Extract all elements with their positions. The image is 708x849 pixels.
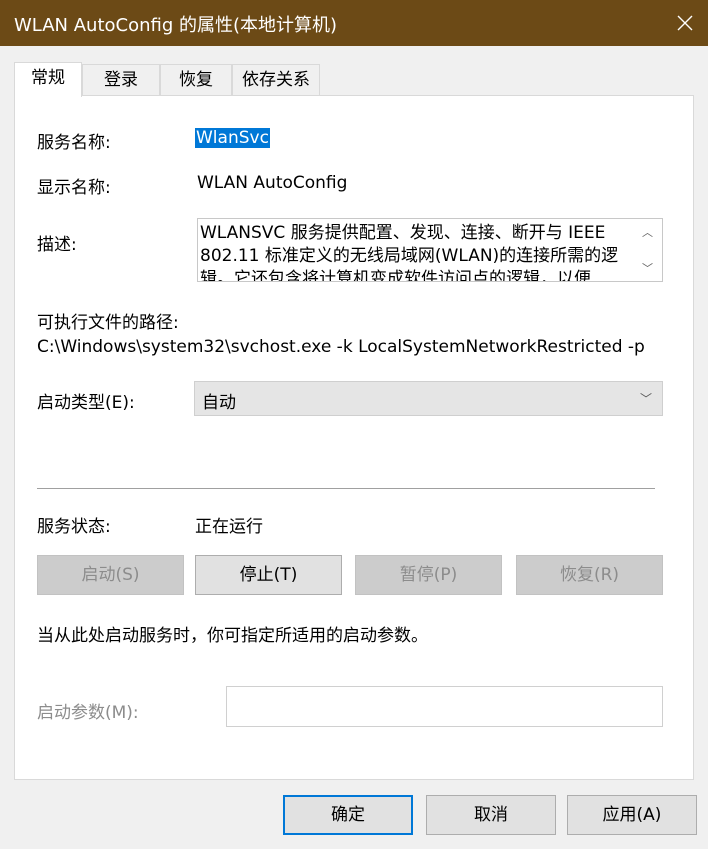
- description-box[interactable]: WLANSVC 服务提供配置、发现、连接、断开与 IEEE 802.11 标准定…: [197, 218, 663, 282]
- service-name-value[interactable]: WlanSvc: [195, 128, 270, 148]
- start-params-label: 启动参数(M):: [37, 703, 139, 723]
- start-params-hint: 当从此处启动服务时，你可指定所适用的启动参数。: [37, 626, 428, 646]
- startup-type-label: 启动类型(E):: [37, 393, 135, 413]
- service-status-label: 服务状态:: [37, 517, 111, 537]
- description-scrollbar[interactable]: ︿ ﹀: [638, 219, 662, 281]
- description-label: 描述:: [37, 235, 77, 255]
- cancel-button[interactable]: 取消: [426, 795, 556, 835]
- close-button[interactable]: [662, 0, 708, 46]
- display-name-value: WLAN AutoConfig: [197, 173, 348, 193]
- scroll-up-icon[interactable]: ︿: [642, 224, 653, 240]
- service-name-label: 服务名称:: [37, 133, 111, 153]
- close-icon: [677, 15, 693, 31]
- resume-button[interactable]: 恢复(R): [516, 555, 663, 595]
- general-panel: 服务名称: WlanSvc 显示名称: WLAN AutoConfig 描述: …: [14, 95, 694, 780]
- ok-button[interactable]: 确定: [283, 795, 413, 835]
- startup-type-value: 自动: [202, 393, 236, 413]
- tab-logon[interactable]: 登录: [82, 64, 160, 95]
- tab-general[interactable]: 常规: [14, 62, 82, 97]
- description-text: WLANSVC 服务提供配置、发现、连接、断开与 IEEE 802.11 标准定…: [200, 223, 619, 282]
- startup-type-select[interactable]: 自动 ﹀: [194, 381, 663, 416]
- stop-button[interactable]: 停止(T): [195, 555, 342, 595]
- service-status-value: 正在运行: [195, 517, 263, 537]
- display-name-label: 显示名称:: [37, 178, 111, 198]
- tab-recovery[interactable]: 恢复: [160, 64, 232, 95]
- pause-button[interactable]: 暂停(P): [355, 555, 502, 595]
- divider: [37, 488, 655, 489]
- window-title: WLAN AutoConfig 的属性(本地计算机): [14, 15, 338, 36]
- start-button[interactable]: 启动(S): [37, 555, 184, 595]
- title-bar: WLAN AutoConfig 的属性(本地计算机): [0, 0, 708, 46]
- chevron-down-icon: ﹀: [639, 392, 652, 406]
- service-name-text: WlanSvc: [195, 128, 270, 148]
- exe-path-label: 可执行文件的路径:: [37, 313, 179, 333]
- apply-button[interactable]: 应用(A): [567, 795, 697, 835]
- tab-dependencies[interactable]: 依存关系: [232, 64, 320, 95]
- start-params-input[interactable]: [226, 686, 663, 727]
- exe-path-value: C:\Windows\system32\svchost.exe -k Local…: [37, 337, 645, 357]
- scroll-down-icon[interactable]: ﹀: [642, 260, 653, 276]
